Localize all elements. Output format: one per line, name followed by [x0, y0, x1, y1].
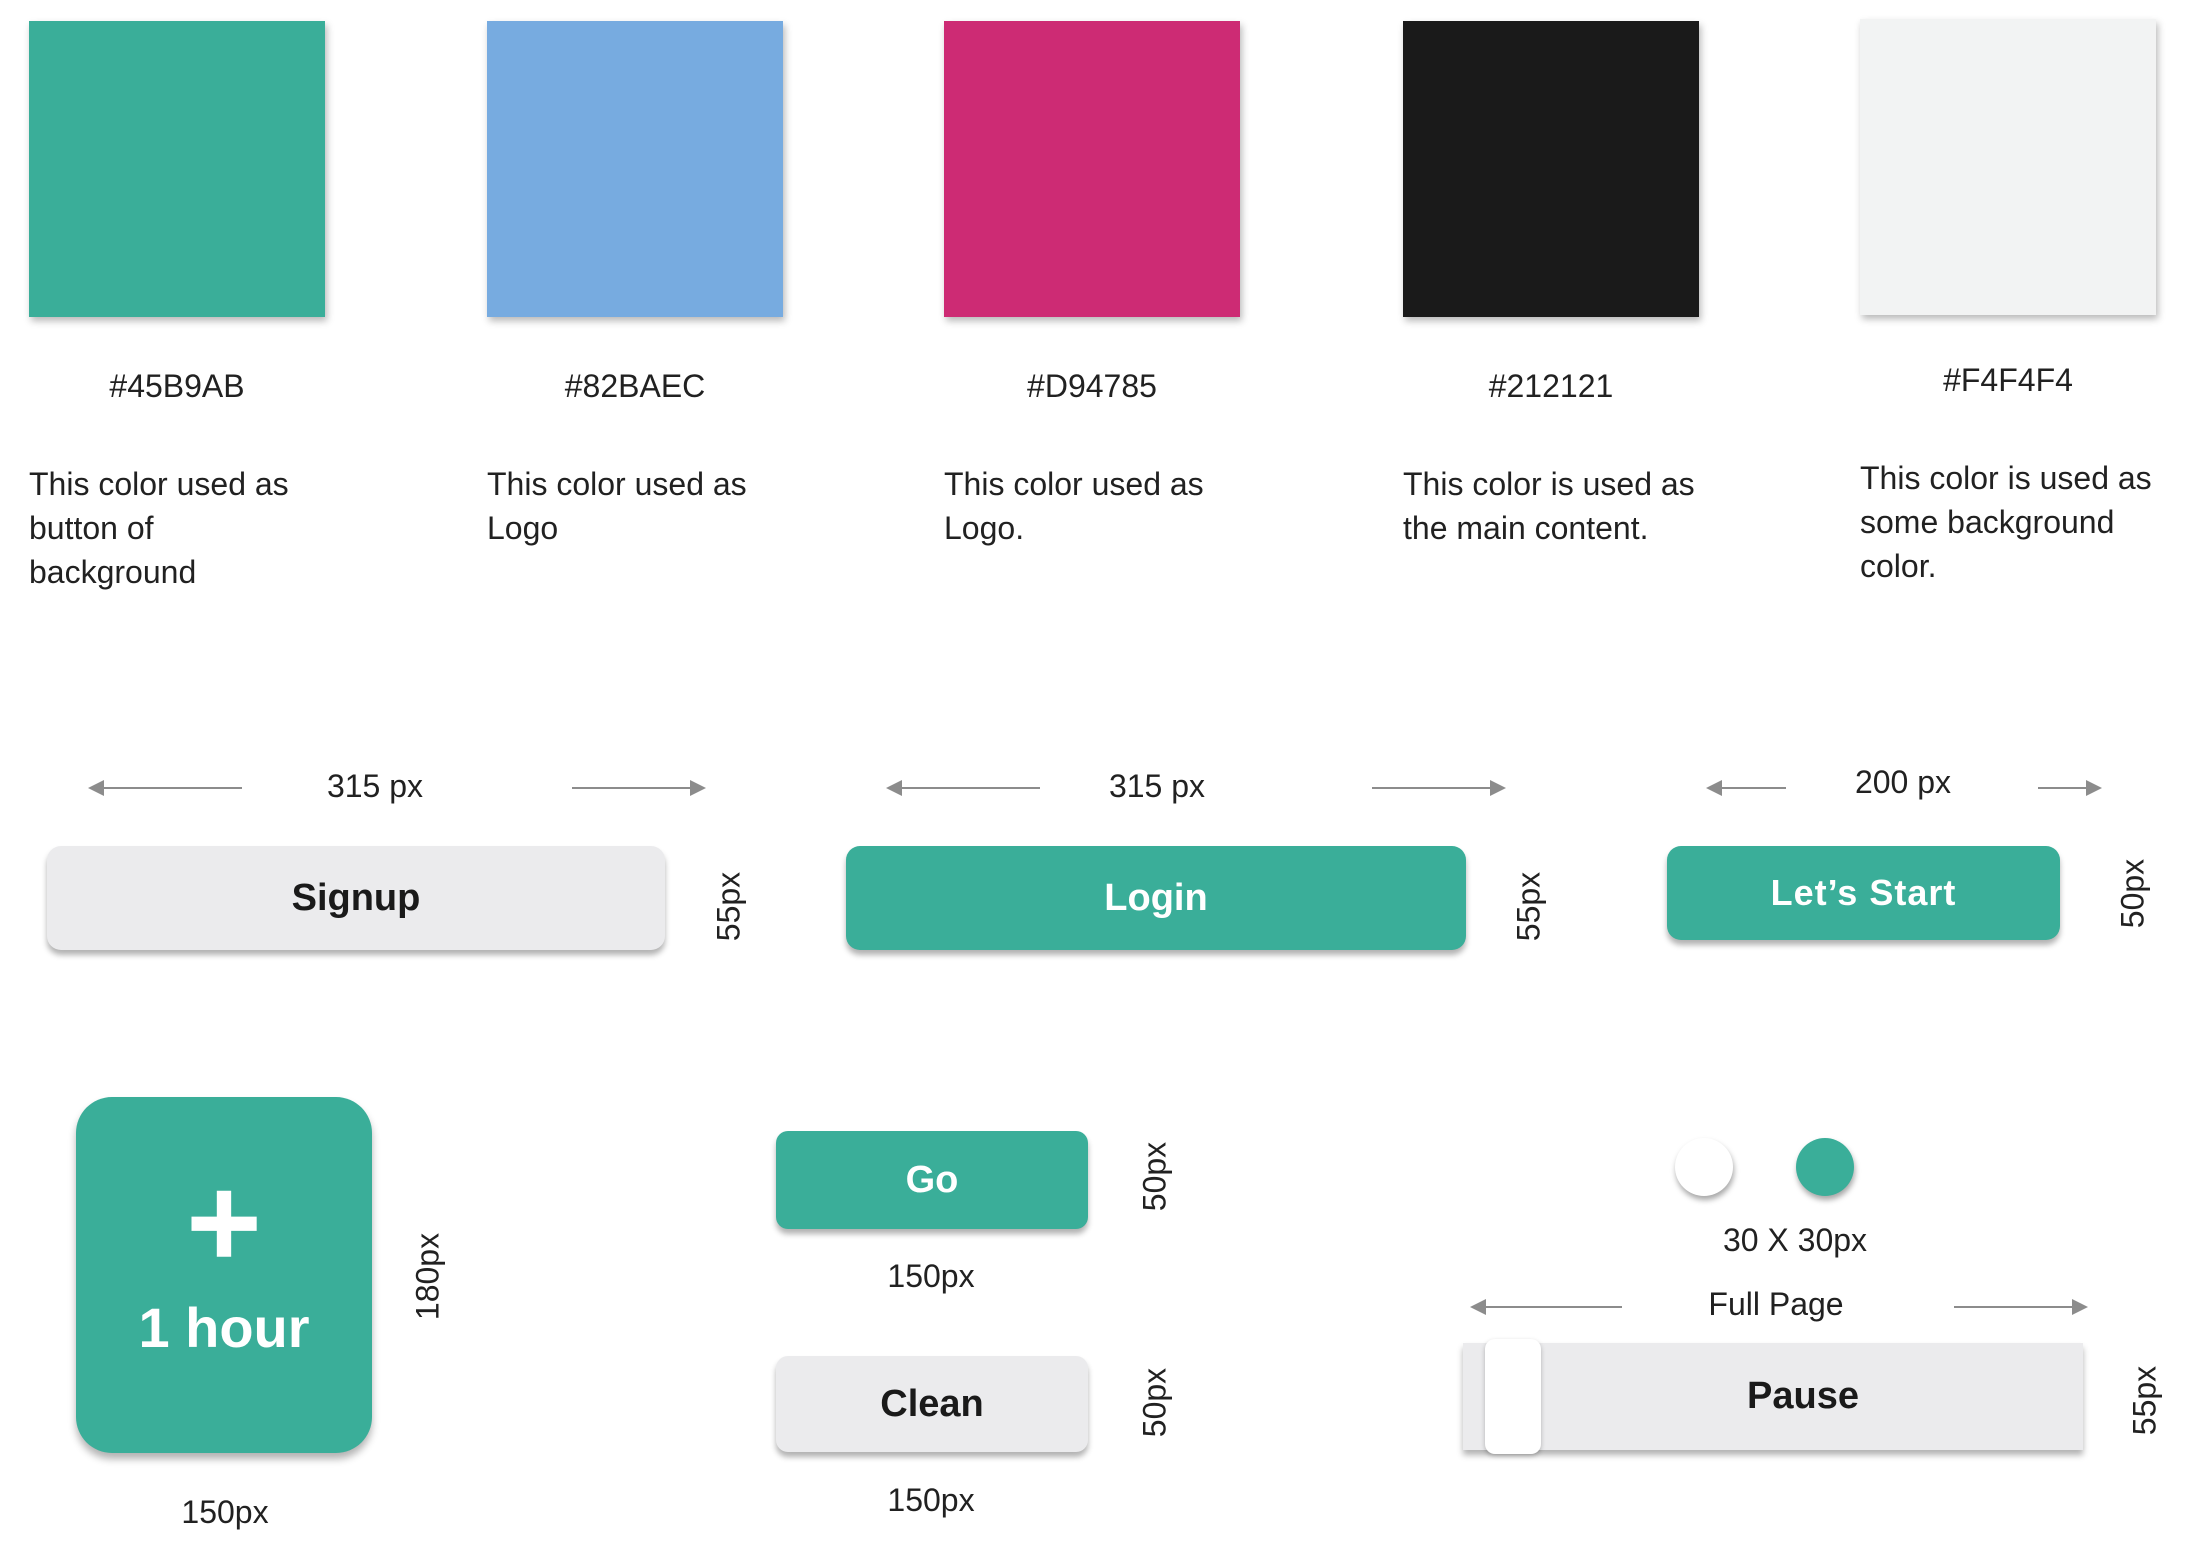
size-label: 30 X 30px [1722, 1222, 1868, 1258]
width-arrow-left [1470, 1299, 1622, 1315]
swatch-description: This color is used as the main content. [1403, 466, 1695, 546]
swatch-black [1403, 21, 1699, 317]
width-label: 315 px [1108, 768, 1206, 804]
swatch-pink [944, 21, 1240, 317]
width-arrow-left [886, 780, 1040, 796]
width-label: 200 px [1854, 764, 1952, 800]
height-label: 55px [710, 871, 747, 942]
hex-code: #45B9AB [109, 368, 245, 404]
width-label: 150px [887, 1258, 975, 1294]
hex-code: #F4F4F4 [1943, 362, 2073, 398]
swatch-light [1860, 19, 2156, 315]
width-arrow-right [1372, 780, 1506, 796]
width-label: 315 px [326, 768, 424, 804]
add-hour-tile[interactable]: + 1 hour [76, 1097, 372, 1453]
height-label: 50px [1136, 1367, 1173, 1438]
height-label: 50px [1136, 1141, 1173, 1212]
height-label: 55px [1510, 871, 1547, 942]
height-label: 180px [409, 1232, 446, 1321]
width-arrow-right [2038, 780, 2102, 796]
width-arrow-right [1954, 1299, 2088, 1315]
toggle-on[interactable] [1796, 1138, 1854, 1196]
clean-button[interactable]: Clean [776, 1356, 1088, 1452]
swatch-teal [29, 21, 325, 317]
width-arrow-right [572, 780, 706, 796]
tile-label: 1 hour [138, 1296, 310, 1359]
width-label: Full Page [1708, 1286, 1844, 1322]
height-label: 55px [2126, 1365, 2163, 1436]
swatch-description: This color is used as some background co… [1860, 460, 2152, 584]
hex-code: #212121 [1488, 368, 1614, 404]
hex-code: #82BAEC [564, 368, 706, 404]
lets-start-button[interactable]: Let’s Start [1667, 846, 2060, 940]
login-button[interactable]: Login [846, 846, 1466, 950]
toggle-off[interactable] [1675, 1138, 1733, 1196]
swatch-description: This color used as Logo [487, 466, 747, 546]
height-label: 50px [2114, 858, 2151, 929]
swatch-description: This color used as button of background [29, 466, 289, 590]
swatch-blue [487, 21, 783, 317]
signup-button[interactable]: Signup [47, 846, 665, 950]
hex-code: #D94785 [1027, 368, 1157, 404]
width-label: 150px [887, 1482, 975, 1518]
pause-bar[interactable]: Pause [1463, 1339, 2083, 1454]
width-arrow-left [1706, 780, 1786, 796]
plus-icon: + [186, 1149, 262, 1295]
width-label: 150px [181, 1494, 269, 1530]
swatch-description: This color used as Logo. [944, 466, 1204, 546]
pause-label: Pause [1747, 1375, 1859, 1417]
go-button[interactable]: Go [776, 1131, 1088, 1229]
width-arrow-left [88, 780, 242, 796]
